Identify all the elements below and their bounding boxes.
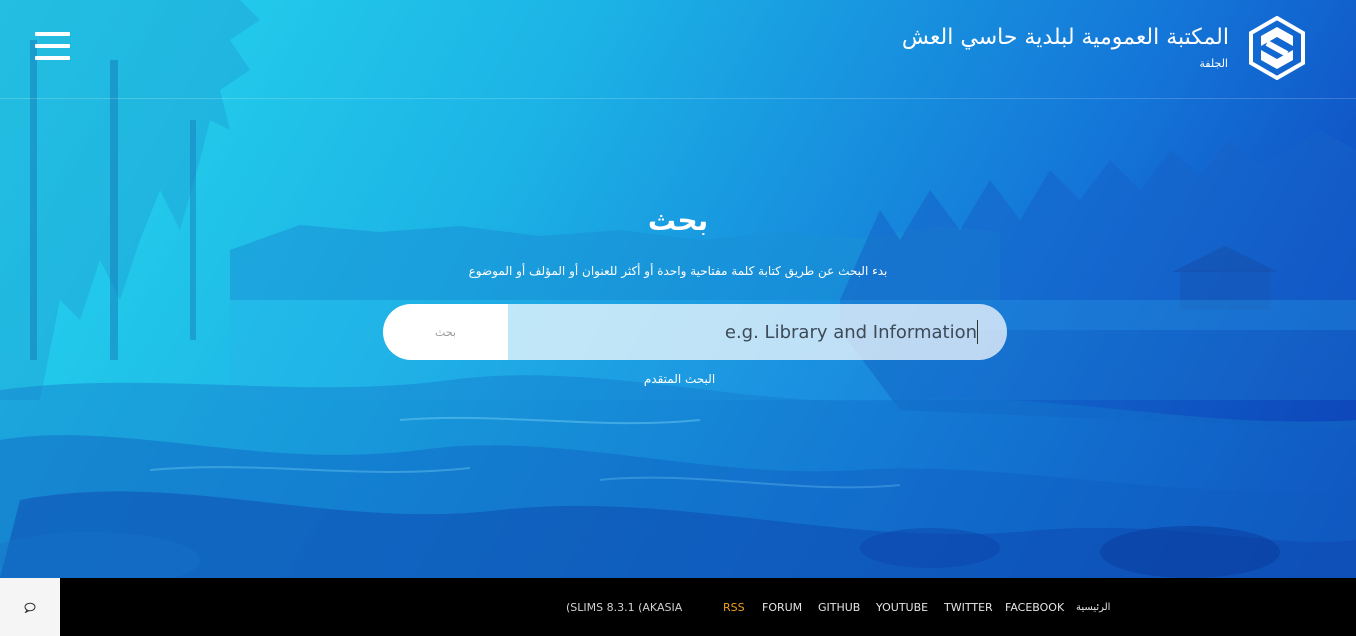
search-button[interactable]: بحث [383,304,508,360]
header-divider [0,98,1356,99]
footer-link-forum[interactable]: FORUM [762,601,802,614]
forest-lake-background-image [0,0,1356,578]
footer-link-home[interactable]: الرئيسية [1076,602,1110,613]
footer-link-twitter[interactable]: TWITTER [944,601,993,614]
footer-link-github[interactable]: GITHUB [818,601,860,614]
slims-logo-icon[interactable] [1247,16,1307,80]
footer-link-youtube[interactable]: YOUTUBE [876,601,928,614]
search-heading: بحث [647,204,709,237]
text-cursor [977,320,978,344]
footer-link-rss[interactable]: RSS [723,601,745,614]
search-description: بدء البحث عن طريق كتابة كلمة مفتاحية واح… [468,264,888,278]
search-bar: بحث [383,304,1007,360]
chat-button[interactable] [0,578,60,636]
chat-bubble-icon [24,602,36,613]
search-input[interactable] [508,304,1007,360]
library-location: الجلفة [1199,57,1228,70]
advanced-search-label[interactable]: البحث المتقدم [641,372,715,386]
footer-link-facebook[interactable]: FACEBOOK [1005,601,1064,614]
advanced-search-link[interactable]: البحث المتقدم [0,372,1356,386]
hamburger-menu-icon[interactable] [35,32,70,60]
library-name: المكتبة العمومية لبلدية حاسي العش [901,25,1229,50]
slims-version: (SLIMS 8.3.1 (AKASIA [566,601,683,614]
hero-background [0,0,1356,578]
